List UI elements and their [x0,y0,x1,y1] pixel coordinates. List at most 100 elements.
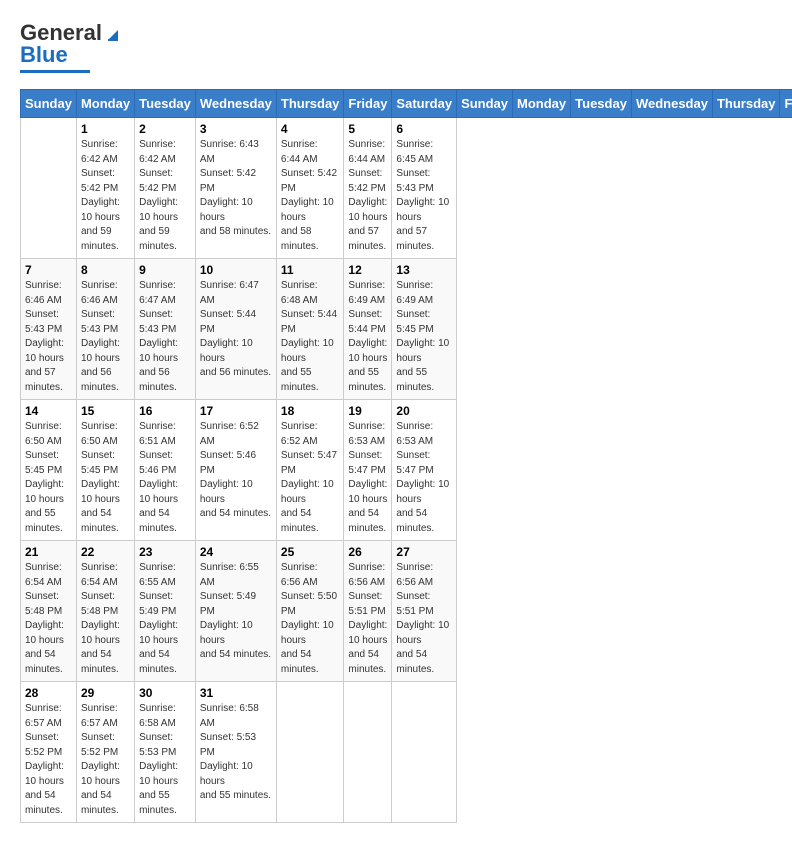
calendar-cell: 10Sunrise: 6:47 AM Sunset: 5:44 PM Dayli… [195,259,276,400]
calendar-cell: 15 Sunrise: 6:50 AM Sunset: 5:45 PM Dayli… [76,400,134,541]
calendar-cell: 22 Sunrise: 6:54 AM Sunset: 5:48 PM Dayli… [76,541,134,682]
day-info: Sunrise: 6:46 AM Sunset: 5:43 PM Dayligh… [81,279,130,395]
day-info: Sunrise: 6:52 AM Sunset: 5:46 PM Dayligh… [200,420,272,522]
calendar-cell: 14 Sunrise: 6:50 AM Sunset: 5:45 PM Dayli… [21,400,77,541]
col-header-friday: Friday [780,90,792,118]
calendar-cell [392,682,457,823]
day-number: 27 [396,545,452,559]
day-number: 30 [139,686,191,700]
day-number: 3 [200,122,272,136]
day-number: 19 [348,404,387,418]
day-info: Sunrise: 6:55 AM Sunset: 5:49 PM Dayligh… [139,561,191,677]
day-number: 13 [396,263,452,277]
day-info: Sunrise: 6:57 AM Sunset: 5:52 PM Dayligh… [81,702,130,818]
day-number: 28 [25,686,72,700]
calendar-cell: 5Sunrise: 6:44 AM Sunset: 5:42 PM Daylig… [344,118,392,259]
day-number: 2 [139,122,191,136]
calendar-cell: 19 Sunrise: 6:53 AM Sunset: 5:47 PM Dayli… [344,400,392,541]
header-friday: Friday [344,90,392,118]
day-info: Sunrise: 6:58 AM Sunset: 5:53 PM Dayligh… [200,702,272,804]
header-tuesday: Tuesday [135,90,196,118]
day-info: Sunrise: 6:54 AM Sunset: 5:48 PM Dayligh… [81,561,130,677]
calendar-header-row: SundayMondayTuesdayWednesdayThursdayFrid… [21,90,792,118]
day-info: Sunrise: 6:50 AM Sunset: 5:45 PM Dayligh… [81,420,130,536]
calendar-cell: 28Sunrise: 6:57 AM Sunset: 5:52 PM Dayli… [21,682,77,823]
day-number: 14 [25,404,72,418]
col-header-tuesday: Tuesday [571,90,632,118]
day-number: 5 [348,122,387,136]
day-number: 4 [281,122,340,136]
col-header-sunday: Sunday [457,90,513,118]
calendar-cell: 11 Sunrise: 6:48 AM Sunset: 5:44 PM Dayli… [276,259,344,400]
col-header-monday: Monday [513,90,571,118]
day-number: 16 [139,404,191,418]
day-number: 24 [200,545,272,559]
week-row-3: 14 Sunrise: 6:50 AM Sunset: 5:45 PM Dayli… [21,400,792,541]
day-info: Sunrise: 6:45 AM Sunset: 5:43 PM Dayligh… [396,138,452,254]
calendar-cell: 31 Sunrise: 6:58 AM Sunset: 5:53 PM Dayli… [195,682,276,823]
calendar-cell: 3Sunrise: 6:43 AM Sunset: 5:42 PM Daylig… [195,118,276,259]
day-info: Sunrise: 6:48 AM Sunset: 5:44 PM Dayligh… [281,279,340,395]
day-number: 7 [25,263,72,277]
day-info: Sunrise: 6:53 AM Sunset: 5:47 PM Dayligh… [396,420,452,536]
day-number: 23 [139,545,191,559]
day-info: Sunrise: 6:53 AM Sunset: 5:47 PM Dayligh… [348,420,387,536]
header-saturday: Saturday [392,90,457,118]
day-number: 8 [81,263,130,277]
day-number: 17 [200,404,272,418]
calendar-cell: 20Sunrise: 6:53 AM Sunset: 5:47 PM Dayli… [392,400,457,541]
calendar-cell: 9Sunrise: 6:47 AM Sunset: 5:43 PM Daylig… [135,259,196,400]
logo-triangle-icon [104,24,122,42]
calendar-cell: 6 Sunrise: 6:45 AM Sunset: 5:43 PM Daylig… [392,118,457,259]
calendar-cell [21,118,77,259]
calendar-cell: 23 Sunrise: 6:55 AM Sunset: 5:49 PM Dayli… [135,541,196,682]
day-number: 18 [281,404,340,418]
day-info: Sunrise: 6:54 AM Sunset: 5:48 PM Dayligh… [25,561,72,677]
calendar-cell [276,682,344,823]
page-header: General Blue [20,20,772,73]
header-wednesday: Wednesday [195,90,276,118]
calendar-cell: 30 Sunrise: 6:58 AM Sunset: 5:53 PM Dayli… [135,682,196,823]
day-info: Sunrise: 6:47 AM Sunset: 5:44 PM Dayligh… [200,279,272,381]
day-number: 9 [139,263,191,277]
day-info: Sunrise: 6:50 AM Sunset: 5:45 PM Dayligh… [25,420,72,536]
calendar-cell: 27 Sunrise: 6:56 AM Sunset: 5:51 PM Dayli… [392,541,457,682]
day-number: 22 [81,545,130,559]
day-number: 25 [281,545,340,559]
day-number: 15 [81,404,130,418]
calendar-cell: 21 Sunrise: 6:54 AM Sunset: 5:48 PM Dayli… [21,541,77,682]
calendar-cell: 13 Sunrise: 6:49 AM Sunset: 5:45 PM Dayli… [392,259,457,400]
day-number: 6 [396,122,452,136]
day-number: 11 [281,263,340,277]
calendar-cell: 25 Sunrise: 6:56 AM Sunset: 5:50 PM Dayli… [276,541,344,682]
logo: General Blue [20,20,122,73]
calendar-table: SundayMondayTuesdayWednesdayThursdayFrid… [20,89,792,823]
col-header-wednesday: Wednesday [631,90,712,118]
day-number: 29 [81,686,130,700]
calendar-cell: 12Sunrise: 6:49 AM Sunset: 5:44 PM Dayli… [344,259,392,400]
day-info: Sunrise: 6:56 AM Sunset: 5:50 PM Dayligh… [281,561,340,677]
day-info: Sunrise: 6:56 AM Sunset: 5:51 PM Dayligh… [396,561,452,677]
day-info: Sunrise: 6:52 AM Sunset: 5:47 PM Dayligh… [281,420,340,536]
day-number: 31 [200,686,272,700]
calendar-cell [344,682,392,823]
calendar-cell: 2 Sunrise: 6:42 AM Sunset: 5:42 PM Daylig… [135,118,196,259]
header-thursday: Thursday [276,90,344,118]
day-info: Sunrise: 6:46 AM Sunset: 5:43 PM Dayligh… [25,279,72,395]
week-row-5: 28 Sunrise: 6:57 AM Sunset: 5:52 PM Dayli… [21,682,792,823]
week-row-4: 21 Sunrise: 6:54 AM Sunset: 5:48 PM Dayli… [21,541,792,682]
day-info: Sunrise: 6:49 AM Sunset: 5:45 PM Dayligh… [396,279,452,395]
day-info: Sunrise: 6:42 AM Sunset: 5:42 PM Dayligh… [139,138,191,254]
day-info: Sunrise: 6:42 AM Sunset: 5:42 PM Dayligh… [81,138,130,254]
calendar-cell: 17 Sunrise: 6:52 AM Sunset: 5:46 PM Dayli… [195,400,276,541]
day-info: Sunrise: 6:58 AM Sunset: 5:53 PM Dayligh… [139,702,191,818]
col-header-thursday: Thursday [712,90,780,118]
calendar-cell: 29 Sunrise: 6:57 AM Sunset: 5:52 PM Dayli… [76,682,134,823]
calendar-cell: 8 Sunrise: 6:46 AM Sunset: 5:43 PM Daylig… [76,259,134,400]
week-row-1: 1Sunrise: 6:42 AM Sunset: 5:42 PM Daylig… [21,118,792,259]
day-info: Sunrise: 6:51 AM Sunset: 5:46 PM Dayligh… [139,420,191,536]
day-number: 21 [25,545,72,559]
day-number: 26 [348,545,387,559]
calendar-cell: 24Sunrise: 6:55 AM Sunset: 5:49 PM Dayli… [195,541,276,682]
calendar-cell: 4Sunrise: 6:44 AM Sunset: 5:42 PM Daylig… [276,118,344,259]
